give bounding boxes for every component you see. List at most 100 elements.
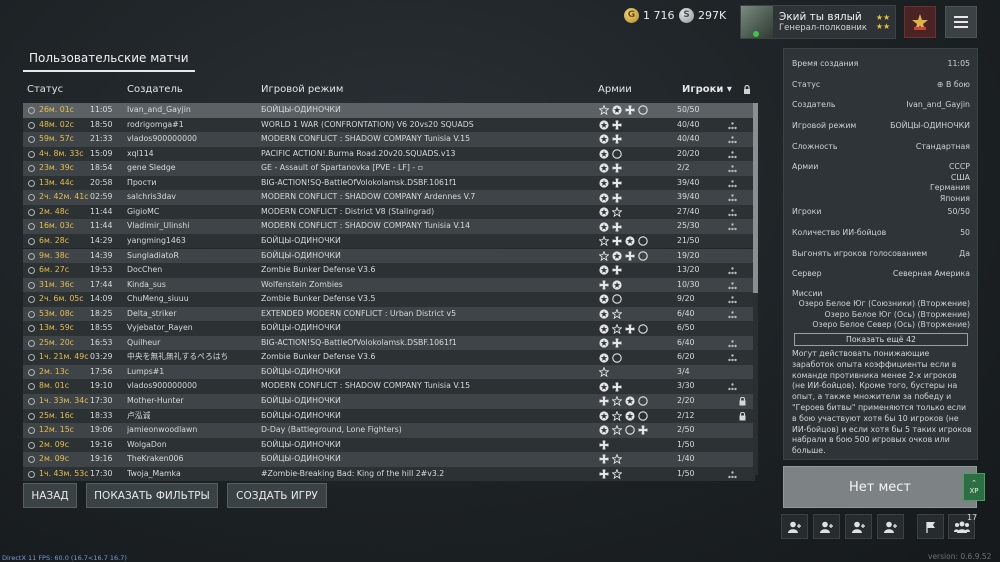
add-user-icon [883,521,897,533]
table-row[interactable]: 9м. 38с 14:39 SungladiatoR БОЙЦЫ-ОДИНОЧКИ 19… [23,248,755,263]
row-players: 39/40 [677,192,700,202]
table-row[interactable]: 2ч. 6м. 05с 14:09 ChuMeng_siuuu Zombie Bunk… [23,292,755,307]
allied-star-icon [599,294,609,304]
row-armies [599,234,675,249]
allied-star-icon [625,411,635,421]
row-creator: Vladimir_Ulinshi [127,221,190,231]
table-row[interactable]: 2м. 09с 19:16 TheKraken006 БОЙЦЫ-ОДИНОЧКИ 1/… [23,452,755,467]
row-status: 53м. 08с [39,308,74,318]
row-time: 21:33 [90,134,113,144]
invite-squad-button-1[interactable] [781,514,808,539]
table-row[interactable]: 53м. 08с 18:25 Delta_striker EXTENDED MODER… [23,306,755,322]
row-mode: EXTENDED MODERN CONFLICT : Urban Distric… [261,308,457,318]
table-row[interactable]: 23м. 39с 18:54 gene Sledge GE - Assault of … [23,161,755,176]
row-armies [599,176,675,191]
table-row[interactable]: 25м. 16с 18:33 卢泓诚 БОЙЦЫ-ОДИНОЧКИ 2/12 [23,408,755,424]
chevron-up-icon: ⌃ [971,479,977,487]
table-row[interactable]: 1ч. 33м. 34с 17:30 Mother-Hunter БОЙЦЫ-ОДИН… [23,394,755,409]
create-game-button[interactable]: СОЗДАТЬ ИГРУ [227,483,327,508]
no-seats-button[interactable]: Нет мест [783,466,977,508]
table-row[interactable]: 59м. 57с 21:33 vlados900000000 MODERN CONFL… [23,132,755,147]
table-row[interactable]: 6м. 28с 14:29 yangming1463 БОЙЦЫ-ОДИНОЧКИ 21… [23,233,755,249]
row-creator: yangming1463 [127,235,186,245]
army-usa: США [950,172,970,182]
row-players: 1/50 [677,468,695,478]
row-status: 25м. 20с [39,337,74,347]
iron-cross-icon [625,105,635,115]
back-button[interactable]: НАЗАД [23,483,77,508]
row-creator: Kinda_sus [127,279,166,289]
table-row[interactable]: 31м. 36с 17:44 Kinda_sus Wolfenstein Zombie… [23,277,755,293]
row-status: 6м. 28с [39,235,70,245]
table-row[interactable]: 16м. 03с 11:44 Vladimir_Ulinshi MODERN CONF… [23,219,755,234]
rank-stars-icon: ★★ ★★ [875,13,891,31]
row-creator: Lumps#1 [127,366,165,376]
row-creator: Twoja_Mamka [127,468,181,478]
row-time: 16:53 [90,337,113,347]
table-row[interactable]: 6м. 27с 19:53 DocChen Zombie Bunker Defense… [23,263,755,278]
invite-squad-button-3[interactable] [845,514,872,539]
table-row[interactable]: 1ч. 43м. 53с 17:30 Twoja_Mamka #Zombie-Brea… [23,466,755,482]
table-row[interactable]: 1ч. 21м. 49с 03:29 中央を無礼無礼するぺろはち Zombie Bun… [23,350,755,365]
table-row[interactable]: 26м. 01с 11:05 Ivan_and_Gayjin БОЙЦЫ-ОДИНОЧ… [23,103,755,118]
column-armies[interactable]: Армии [598,84,632,95]
army-germany: Германия [929,183,970,192]
squad-icon [728,471,737,478]
scrollbar-thumb[interactable] [753,103,758,293]
table-row[interactable]: 25м. 20с 16:53 Quilheur BIG-ACTION!SQ-Battl… [23,335,755,351]
row-time: 14:39 [90,250,113,260]
row-players: 9/20 [677,294,695,304]
column-players[interactable]: Игроки ▾ [682,84,732,95]
flag-button[interactable] [917,514,944,539]
allied-star-icon [612,280,622,290]
row-status: 9м. 38с [39,250,70,260]
table-row[interactable]: 2м. 13с 17:56 Lumps#1 БОЙЦЫ-ОДИНОЧКИ 3/4 [23,364,755,380]
allied-star-icon [599,222,609,232]
row-time: 19:16 [90,439,113,449]
row-players: 1/40 [677,454,695,464]
table-row[interactable]: 2м. 09с 19:16 WolgaDon БОЙЦЫ-ОДИНОЧКИ 1/50 [23,437,755,453]
iron-cross-icon [612,134,622,144]
table-row[interactable]: 8м. 01с 19:10 vlados900000000 MODERN CONFLI… [23,379,755,394]
row-status: 6м. 27с [39,265,70,275]
allied-star-icon [599,163,609,174]
show-filters-button[interactable]: ПОКАЗАТЬ ФИЛЬТРЫ [86,483,218,508]
table-row[interactable]: 12м. 15с 19:06 jamieonwoodlawn D-Day (Battl… [23,423,755,438]
table-row[interactable]: 13м. 59с 18:55 Vyjebator_Rayen БОЙЦЫ-ОДИНОЧ… [23,321,755,336]
table-scrollbar[interactable] [753,103,758,475]
invite-squad-button-4[interactable] [877,514,904,539]
row-status: 25м. 16с [39,410,74,420]
player-profile[interactable]: Экий ты вялый Генерал-полковник ★★ ★★ [740,5,896,39]
gold-balance[interactable]: G 1 716 [624,6,675,24]
table-row[interactable]: 13м. 44с 20:58 Прости BIG-ACTION!SQ-BattleO… [23,175,755,191]
row-time: 11:44 [90,206,113,216]
row-mode: БОЙЦЫ-ОДИНОЧКИ [261,105,341,114]
iron-cross-icon [638,425,648,435]
invite-squad-button-2[interactable] [813,514,840,539]
table-row[interactable]: 48м. 02с 18:50 rodrigomga#1 WORLD 1 WAR (CO… [23,117,755,133]
column-mode[interactable]: Игровой режим [261,84,343,95]
xp-booster-badge[interactable]: ⌃ XP [963,473,985,501]
row-creator: DocChen [127,265,163,275]
row-armies [599,452,675,467]
show-more-button[interactable]: Показать ещё 42 [794,333,968,346]
rank-badge-icon[interactable] [904,6,936,38]
row-status: 13м. 59с [39,323,74,333]
row-mode: Zombie Bunker Defense V3.5 [261,294,376,304]
row-armies [599,147,675,162]
in-battle-icon [28,223,35,231]
row-creator: jamieonwoodlawn [127,425,198,435]
menu-button[interactable] [945,6,977,38]
column-creator[interactable]: Создатель [127,84,183,95]
silver-balance[interactable]: S 297K [679,6,726,24]
table-row[interactable]: 2ч. 42м. 41с 02:59 salchris3dav MODERN CONF… [23,190,755,205]
column-status[interactable]: Статус [27,84,63,95]
row-armies [599,307,675,322]
table-row[interactable]: 2м. 48с 11:44 GigioMC MODERN CONFLICT : Dis… [23,204,755,220]
squad-icon [728,223,737,231]
allied-star-icon [599,382,609,392]
allied-star-icon [625,236,635,246]
table-row[interactable]: 4ч. 8м. 33с 15:09 xql114 PACIFIC ACTION!.Bu… [23,146,755,162]
row-mode: БОЙЦЫ-ОДИНОЧКИ [261,454,341,464]
tab-custom-matches[interactable]: Пользовательские матчи [23,48,195,72]
